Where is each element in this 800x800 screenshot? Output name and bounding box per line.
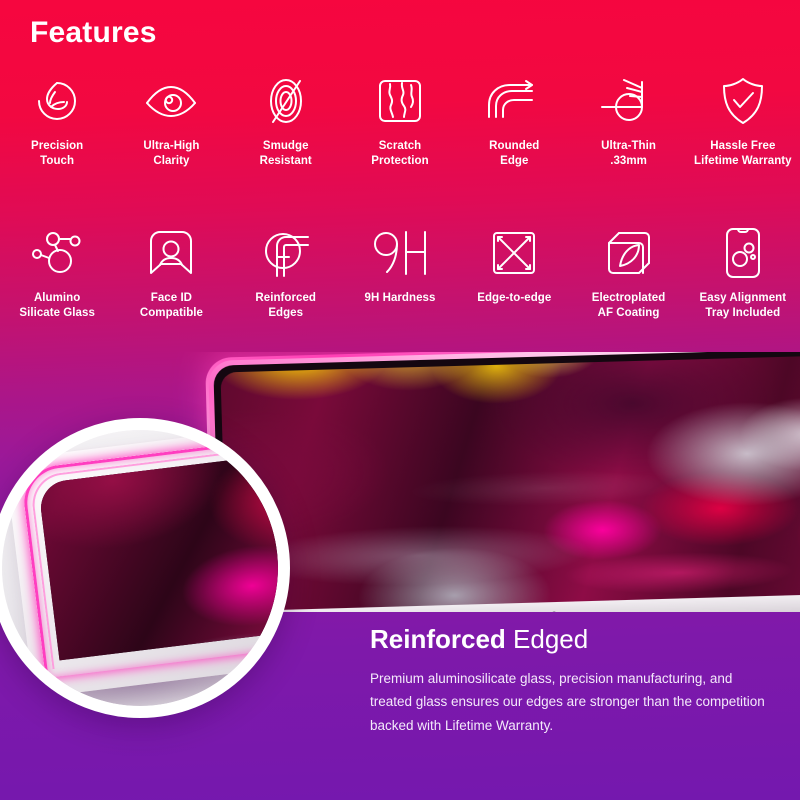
feature-label: Precision Touch [31,140,84,168]
feature-label: Reinforced Edges [255,292,316,320]
eye-clarity-icon [140,72,202,130]
edge-to-edge-icon [483,224,545,282]
feature-item-alignment-tray: Easy Alignment Tray Included [686,224,800,321]
smudge-resistant-icon [255,72,317,130]
feature-row-1: Precision Touch Ultra-High Clarity Smudg… [0,72,800,169]
feature-item-rounded-edge: Rounded Edge [457,72,571,169]
feature-label: Rounded Edge [489,140,540,168]
feature-label: 9H Hardness [364,292,436,304]
feature-label: Ultra-High Clarity [143,140,200,168]
alignment-tray-icon [712,224,774,282]
callout-heading-strong: Reinforced [370,624,506,654]
feature-item-scratch-protection: Scratch Protection [343,72,457,169]
feature-item-9h-hardness: 9H Hardness [343,224,457,321]
ultra-thin-icon [598,72,660,130]
af-coating-icon [598,224,660,282]
magnified-tablet-corner [4,430,278,698]
wallpaper-highlights [220,355,800,612]
edge-magnifier-circle [0,418,290,718]
tablet-inner-frame [213,352,800,612]
shield-check-icon [712,72,774,130]
tablet-screen [220,355,800,612]
feature-item-ultra-thin: Ultra-Thin .33mm [571,72,685,169]
feature-label: Ultra-Thin .33mm [601,140,656,168]
callout-heading-light: Edged [513,624,589,654]
feature-item-ultra-high-clarity: Ultra-High Clarity [114,72,228,169]
rounded-edge-icon [483,72,545,130]
feature-label: Easy Alignment Tray Included [699,292,787,320]
feature-item-reinforced-edges: Reinforced Edges [229,224,343,321]
feature-item-edge-to-edge: Edge-to-edge [457,224,571,321]
precision-touch-icon [26,72,88,130]
feature-label: Face ID Compatible [139,292,203,320]
feature-label: Smudge Resistant [259,140,312,168]
face-id-icon [140,224,202,282]
feature-label: Edge-to-edge [477,292,552,304]
reinforced-edges-icon [255,224,317,282]
hardness-9h-icon [369,224,431,282]
infographic-page: Features Precision Touch Ultra-High Clar… [0,0,800,800]
molecule-icon [26,224,88,282]
tablet-bezel [208,352,800,612]
scratch-protection-icon [369,72,431,130]
tablet-device [205,352,800,612]
feature-item-precision-touch: Precision Touch [0,72,114,169]
feature-item-alumino-silicate-glass: Alumino Silicate Glass [0,224,114,321]
feature-item-af-coating: Electroplated AF Coating [571,224,685,321]
page-title: Features [30,16,157,49]
feature-item-face-id: Face ID Compatible [114,224,228,321]
feature-row-2: Alumino Silicate Glass Face ID Compatibl… [0,224,800,321]
feature-label: Hassle Free Lifetime Warranty [694,140,792,168]
feature-label: Alumino Silicate Glass [19,292,95,320]
feature-item-lifetime-warranty: Hassle Free Lifetime Warranty [686,72,800,169]
feature-item-smudge-resistant: Smudge Resistant [229,72,343,169]
feature-label: Electroplated AF Coating [591,292,666,320]
callout-block: Reinforced Edged Premium aluminosilicate… [370,624,770,737]
magnifier-content [2,430,278,706]
callout-body: Premium aluminosilicate glass, precision… [370,671,765,733]
callout-heading: Reinforced Edged [370,624,770,655]
feature-label: Scratch Protection [371,140,429,168]
